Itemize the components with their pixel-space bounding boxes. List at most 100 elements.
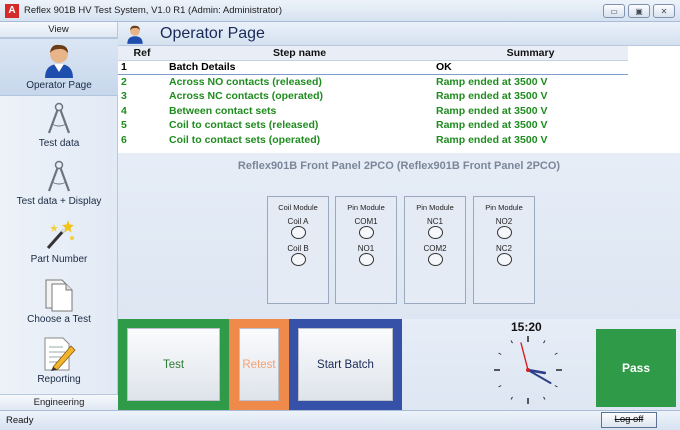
pin-module: Pin Module NO2 NC2 xyxy=(473,196,535,304)
table-row[interactable]: 5 Coil to contact sets (released) Ramp e… xyxy=(118,118,628,133)
pin-label: Coil A xyxy=(287,217,309,226)
ref-cell: 4 xyxy=(121,104,127,117)
control-area: Test Retest Start Batch 15:20 Pass xyxy=(118,319,680,410)
test-button[interactable]: Test xyxy=(127,328,220,401)
close-button[interactable]: ✕ xyxy=(653,4,675,18)
clock-tick xyxy=(543,396,546,400)
pin-coil-b[interactable]: Coil B xyxy=(268,244,328,266)
pin-com2[interactable]: COM2 xyxy=(405,244,465,266)
sidebar-footer-engineering[interactable]: Engineering xyxy=(0,394,118,410)
table-row[interactable]: 4 Between contact sets Ramp ended at 350… xyxy=(118,104,628,119)
clock-tick xyxy=(543,340,546,344)
coil-module: Coil Module Coil A Coil B xyxy=(267,196,329,304)
table-row[interactable]: 6 Coil to contact sets (operated) Ramp e… xyxy=(118,133,628,148)
maximize-button[interactable]: ▣ xyxy=(628,4,650,18)
compass-icon xyxy=(47,160,71,192)
sidebar-item-part-number[interactable]: Part Number xyxy=(0,218,118,270)
status-bar: Ready Log off xyxy=(0,410,680,430)
pin-label: NC2 xyxy=(495,244,512,253)
pin-indicator xyxy=(496,253,512,266)
ref-cell: 6 xyxy=(121,133,127,146)
table-row[interactable]: 2 Across NO contacts (released) Ramp end… xyxy=(118,75,628,90)
pin-module: Pin Module NC1 COM2 xyxy=(404,196,466,304)
column-header-ref[interactable]: Ref xyxy=(118,46,166,61)
step-name-cell: Across NC contacts (operated) xyxy=(169,90,324,103)
sidebar-item-label: Choose a Test xyxy=(27,314,91,325)
step-name-cell: Coil to contact sets (operated) xyxy=(169,133,321,146)
summary-cell: Ramp ended at 3500 V xyxy=(436,104,548,117)
clock-tick xyxy=(498,385,502,388)
summary-cell: Ramp ended at 3500 V xyxy=(436,76,548,88)
page-title: Operator Page xyxy=(160,24,265,42)
pin-label: NC1 xyxy=(426,217,443,226)
ref-cell: 3 xyxy=(121,90,127,103)
summary-cell: OK xyxy=(433,59,628,75)
title-bar: A Reflex 901B HV Test System, V1.0 R1 (A… xyxy=(0,0,680,22)
second-hand xyxy=(520,342,529,371)
sidebar-header[interactable]: View xyxy=(0,22,117,38)
magic-wand-icon xyxy=(46,220,74,249)
operator-icon xyxy=(127,25,143,44)
step-name-cell: Coil to contact sets (released) xyxy=(169,119,319,132)
front-panel-title: Reflex901B Front Panel 2PCO (Reflex901B … xyxy=(237,160,561,172)
sidebar-item-label: Part Number xyxy=(30,254,88,265)
window-controls: ▭ ▣ ✕ xyxy=(603,4,675,18)
table-header-row: Ref Step name Summary xyxy=(118,46,628,61)
log-off-button[interactable]: Log off xyxy=(601,412,657,428)
pin-label: COM1 xyxy=(354,217,378,226)
clock-tick xyxy=(510,396,513,400)
report-pencil-icon xyxy=(44,337,76,371)
table-row[interactable]: 3 Across NC contacts (operated) Ramp end… xyxy=(118,89,628,104)
sidebar-item-choose-a-test[interactable]: Choose a Test xyxy=(0,276,118,330)
clock-tick xyxy=(498,352,502,355)
sidebar-item-test-data[interactable]: Test data xyxy=(0,102,118,154)
summary-cell: Ramp ended at 3500 V xyxy=(436,119,548,132)
clock-tick xyxy=(554,352,558,355)
documents-icon xyxy=(45,279,73,312)
steps-table: Ref Step name Summary 1 Batch Details OK… xyxy=(118,46,628,147)
clock-center xyxy=(526,368,530,372)
sidebar-item-test-data-display[interactable]: Test data + Display xyxy=(0,160,118,214)
pin-no1[interactable]: NO1 xyxy=(336,244,396,266)
pin-nc1[interactable]: NC1 xyxy=(405,217,465,239)
sidebar-item-operator-page[interactable]: Operator Page xyxy=(0,38,118,96)
sidebar-item-reporting[interactable]: Reporting xyxy=(0,334,118,392)
ref-cell: 5 xyxy=(121,119,127,132)
sidebar-item-label: Test data xyxy=(38,138,80,149)
sidebar: View Operator Page Test data Test data +… xyxy=(0,22,118,410)
step-name-cell: Across NO contacts (released) xyxy=(169,76,322,88)
operator-icon xyxy=(45,44,73,78)
sidebar-item-label: Test data + Display xyxy=(16,196,102,207)
page-header: Operator Page xyxy=(118,22,680,46)
analog-clock xyxy=(494,336,562,404)
summary-cell: Ramp ended at 3500 V xyxy=(436,90,548,103)
pin-label: NO1 xyxy=(357,244,375,253)
step-name-cell: Between contact sets xyxy=(169,104,277,117)
step-name-cell: Batch Details xyxy=(166,59,433,75)
status-text: Ready xyxy=(6,415,34,426)
table-row[interactable]: 1 Batch Details OK xyxy=(118,59,628,75)
module-title: Pin Module xyxy=(347,203,385,212)
pin-com1[interactable]: COM1 xyxy=(336,217,396,239)
column-header-step-name[interactable]: Step name xyxy=(166,46,433,61)
pin-label: COM2 xyxy=(423,244,447,253)
pin-nc2[interactable]: NC2 xyxy=(474,244,534,266)
pin-coil-a[interactable]: Coil A xyxy=(268,217,328,239)
front-panel-area: Reflex901B Front Panel 2PCO (Reflex901B … xyxy=(118,153,680,319)
pin-indicator xyxy=(290,253,306,266)
summary-cell: Ramp ended at 3500 V xyxy=(436,133,548,146)
retest-button[interactable]: Retest xyxy=(239,328,279,401)
start-batch-button[interactable]: Start Batch xyxy=(298,328,393,401)
ref-cell: 2 xyxy=(121,76,127,88)
module-title: Coil Module xyxy=(278,203,318,212)
pin-indicator xyxy=(290,226,306,239)
app-logo-icon: A xyxy=(5,3,19,18)
clock-digital-time: 15:20 xyxy=(511,320,542,334)
pin-no2[interactable]: NO2 xyxy=(474,217,534,239)
compass-icon xyxy=(47,102,71,134)
column-header-summary[interactable]: Summary xyxy=(433,46,628,61)
ref-cell: 1 xyxy=(118,59,166,75)
clock-tick xyxy=(554,385,558,388)
minimize-button[interactable]: ▭ xyxy=(603,4,625,18)
module-title: Pin Module xyxy=(485,203,523,212)
